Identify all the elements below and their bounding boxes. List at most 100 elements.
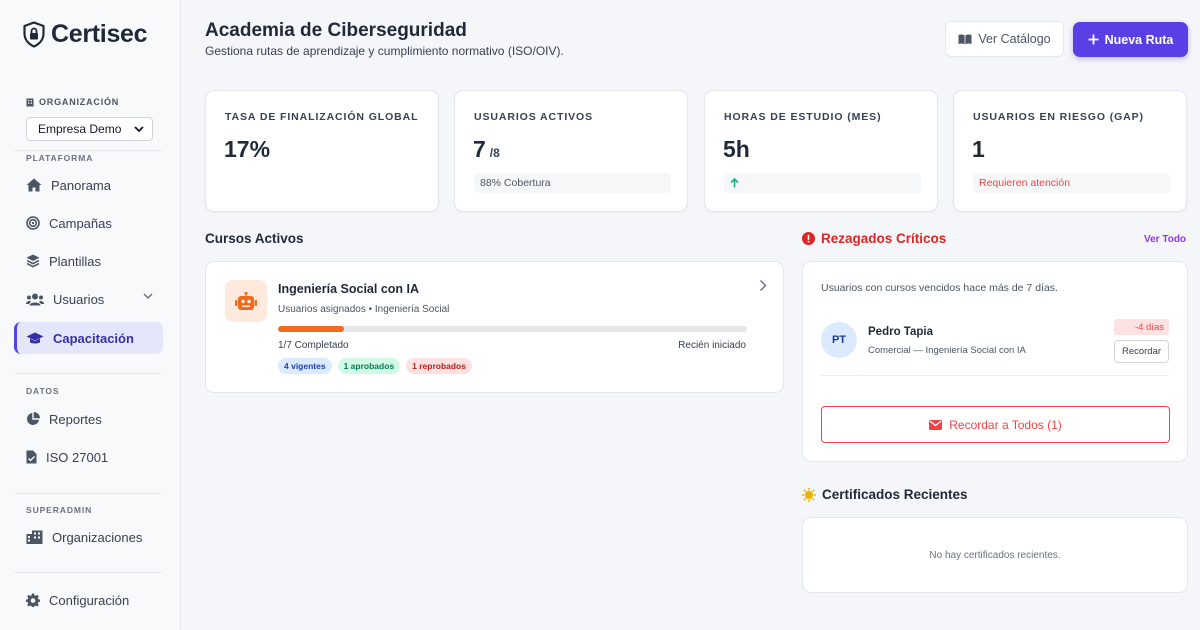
- robot-icon: [235, 291, 257, 310]
- layers-icon: [26, 254, 40, 268]
- stat-label: USUARIOS EN RIESGO (GAP): [973, 111, 1144, 123]
- course-meta: Usuarios asignados • Ingeniería Social: [278, 304, 450, 315]
- laggard-course: Comercial — Ingeniería Social con IA: [868, 345, 1026, 356]
- certificates-title-text: Certificados Recientes: [822, 487, 968, 502]
- shield-lock-icon: [23, 21, 45, 48]
- active-courses-title-text: Cursos Activos: [205, 231, 304, 246]
- course-title: Ingeniería Social con IA: [278, 282, 420, 296]
- course-progress-fill: [278, 326, 344, 332]
- stat-card-risk-users: USUARIOS EN RIESGO (GAP) 1 Requieren ate…: [953, 90, 1187, 212]
- view-catalog-label: Ver Catálogo: [978, 32, 1051, 46]
- certificates-empty-text: No hay certificados recientes.: [929, 549, 1061, 561]
- stat-card-active-users: USUARIOS ACTIVOS 7/8 88% Cobertura: [454, 90, 688, 212]
- page-subtitle: Gestiona rutas de aprendizaje y cumplimi…: [205, 44, 564, 58]
- stat-label: TASA DE FINALIZACIÓN GLOBAL: [225, 111, 419, 123]
- section-label-superadmin: SUPERADMIN: [26, 505, 93, 515]
- sidebar-divider: [14, 493, 162, 494]
- building-small-icon: [26, 98, 34, 106]
- sidebar-item-label: Panorama: [51, 177, 111, 193]
- course-completed: 1/7 Completado: [278, 340, 349, 351]
- stat-footer: Requieren atención: [973, 173, 1170, 193]
- page-title: Academia de Ciberseguridad: [205, 20, 467, 41]
- stat-value: 1: [972, 136, 985, 163]
- course-progress-bar: [278, 326, 747, 332]
- stat-label: USUARIOS ACTIVOS: [474, 111, 594, 123]
- course-status: Recién iniciado: [678, 340, 746, 351]
- pie-chart-icon: [27, 412, 40, 425]
- sidebar-item-campanas[interactable]: Campañas: [14, 207, 163, 239]
- view-catalog-button[interactable]: Ver Catálogo: [945, 21, 1064, 57]
- stat-footer: [724, 173, 921, 193]
- sidebar-divider: [14, 150, 162, 151]
- home-icon: [26, 178, 42, 192]
- chevron-down-icon: [143, 293, 153, 300]
- avatar: PT: [821, 322, 857, 358]
- sidebar-item-iso27001[interactable]: ISO 27001: [14, 441, 163, 473]
- building-icon: [26, 530, 43, 544]
- certificates-card: No hay certificados recientes.: [802, 517, 1188, 593]
- plus-icon: [1088, 34, 1099, 45]
- stat-value: 17%: [224, 136, 270, 163]
- remind-button[interactable]: Recordar: [1114, 340, 1169, 363]
- award-icon: [802, 487, 816, 502]
- laggards-card: Usuarios con cursos vencidos hace más de…: [802, 261, 1188, 462]
- remind-all-label: Recordar a Todos (1): [949, 417, 1062, 432]
- active-courses-title: Cursos Activos: [205, 231, 304, 246]
- sidebar-item-organizaciones[interactable]: Organizaciones: [14, 521, 163, 553]
- envelope-icon: [929, 419, 943, 430]
- alert-circle-icon: [802, 232, 815, 245]
- users-icon: [26, 293, 44, 305]
- sidebar-item-label: Capacitación: [53, 330, 134, 346]
- section-label-data: DATOS: [26, 386, 60, 396]
- stat-value-number: 5h: [723, 136, 750, 162]
- graduation-cap-icon: [26, 332, 44, 343]
- stat-value-number: 1: [972, 136, 985, 162]
- gear-icon: [26, 593, 40, 607]
- course-card[interactable]: Ingeniería Social con IA Usuarios asigna…: [205, 261, 784, 393]
- stat-card-study-hours: HORAS DE ESTUDIO (MES) 5h: [704, 90, 938, 212]
- sidebar-item-label: Reportes: [49, 411, 102, 427]
- sidebar-divider: [14, 373, 162, 374]
- new-route-label: Nueva Ruta: [1104, 32, 1174, 47]
- laggards-title: Rezagados Críticos: [802, 231, 946, 246]
- organization-selected: Empresa Demo: [38, 122, 122, 136]
- sidebar-item-label: ISO 27001: [46, 449, 109, 465]
- sidebar: Certisec ORGANIZACIÓN Empresa Demo PLATA…: [0, 0, 181, 630]
- brand-logo[interactable]: Certisec: [22, 20, 148, 49]
- course-icon: [225, 280, 267, 322]
- badge-reprobados: 1 reprobados: [406, 358, 472, 374]
- stat-label: HORAS DE ESTUDIO (MES): [724, 111, 882, 123]
- organization-label: ORGANIZACIÓN: [26, 97, 119, 107]
- chevron-down-icon: [134, 125, 144, 132]
- book-open-icon: [958, 34, 972, 44]
- stat-value-number: 17%: [224, 136, 271, 162]
- stat-card-completion: TASA DE FINALIZACIÓN GLOBAL 17%: [205, 90, 439, 212]
- sidebar-item-configuracion[interactable]: Configuración: [14, 584, 163, 616]
- sidebar-divider: [14, 572, 162, 573]
- sidebar-item-capacitacion[interactable]: Capacitación: [14, 322, 163, 354]
- laggards-title-text: Rezagados Críticos: [821, 231, 947, 246]
- sidebar-item-usuarios[interactable]: Usuarios: [14, 283, 163, 315]
- stat-value-number: 7: [473, 136, 486, 162]
- badge-aprobados: 1 aprobados: [337, 358, 401, 374]
- section-label-platform: PLATAFORMA: [26, 153, 94, 163]
- chevron-right-icon[interactable]: [759, 279, 767, 292]
- sidebar-item-label: Plantillas: [49, 253, 102, 269]
- sidebar-item-panorama[interactable]: Panorama: [14, 169, 163, 201]
- target-icon: [26, 216, 40, 230]
- sidebar-item-label: Usuarios: [53, 291, 105, 307]
- stat-footer: 88% Cobertura: [474, 173, 671, 193]
- brand-name: Certisec: [51, 20, 148, 48]
- certificates-title: Certificados Recientes: [802, 487, 968, 502]
- sidebar-item-label: Organizaciones: [52, 529, 143, 545]
- new-route-button[interactable]: Nueva Ruta: [1073, 22, 1188, 57]
- view-all-link[interactable]: Ver Todo: [1144, 234, 1186, 245]
- arrow-up-icon: [730, 178, 739, 188]
- organization-select[interactable]: Empresa Demo: [26, 117, 153, 141]
- sidebar-item-plantillas[interactable]: Plantillas: [14, 245, 163, 277]
- remind-all-button[interactable]: Recordar a Todos (1): [821, 406, 1170, 443]
- sidebar-item-label: Campañas: [49, 215, 112, 231]
- sidebar-item-reportes[interactable]: Reportes: [14, 403, 163, 435]
- stat-value: 5h: [723, 136, 750, 163]
- document-icon: [26, 450, 37, 464]
